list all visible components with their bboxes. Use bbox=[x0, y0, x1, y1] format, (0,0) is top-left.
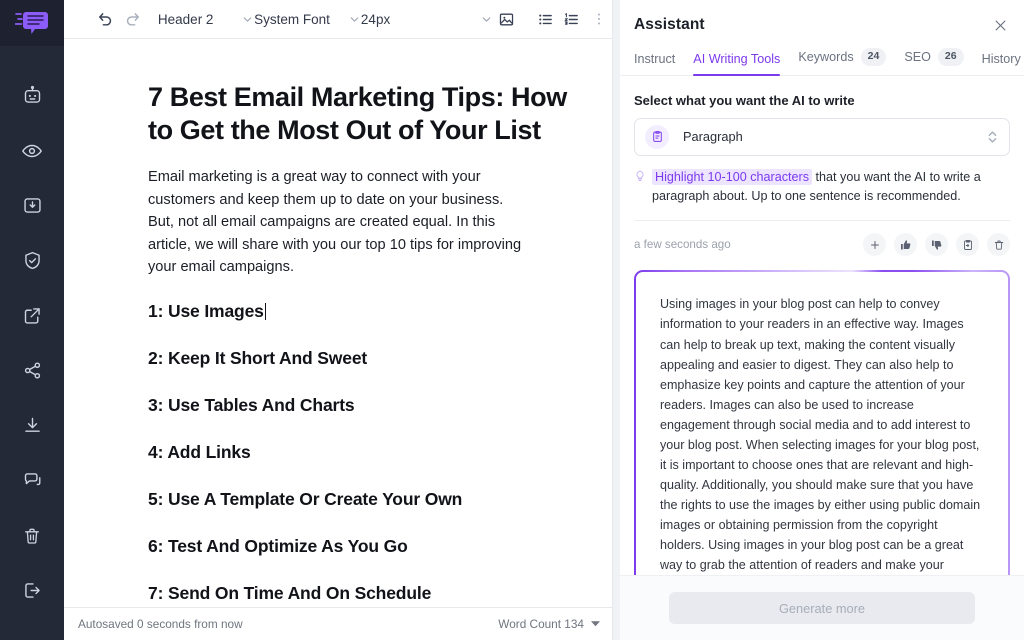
generate-more-button[interactable]: Generate more bbox=[669, 592, 975, 624]
block-style-select[interactable]: Header 2 bbox=[158, 4, 254, 34]
assistant-panel: Assistant Instruct AI Writing Tools Keyw… bbox=[620, 0, 1024, 640]
comments-icon[interactable] bbox=[0, 453, 64, 508]
editor-status-bar: Autosaved 0 seconds from now Word Count … bbox=[64, 607, 612, 640]
chevron-down-icon bbox=[480, 13, 493, 26]
hint-text: Highlight 10-100 characters that you wan… bbox=[652, 168, 1010, 206]
assistant-tabs: Instruct AI Writing Tools Keywords 24 SE… bbox=[620, 34, 1024, 76]
editor-column: Header 2 System Font 24px 7 Best Email M… bbox=[64, 0, 613, 640]
document-heading: 3: Use Tables And Charts bbox=[148, 394, 355, 415]
share-icon[interactable] bbox=[0, 343, 64, 398]
inbox-save-icon[interactable] bbox=[0, 178, 64, 233]
trash-icon[interactable] bbox=[0, 508, 64, 563]
thumbs-up-button[interactable] bbox=[894, 233, 917, 257]
more-options-icon[interactable] bbox=[585, 4, 612, 34]
result-meta-row: a few seconds ago bbox=[634, 233, 1010, 257]
close-icon[interactable] bbox=[990, 15, 1010, 35]
tab-label: History bbox=[981, 51, 1021, 66]
editor-toolbar: Header 2 System Font 24px bbox=[64, 0, 612, 39]
shield-check-icon[interactable] bbox=[0, 233, 64, 288]
tab-label: Keywords bbox=[798, 49, 854, 64]
chevron-down-icon bbox=[348, 13, 361, 26]
caret-down-icon bbox=[591, 617, 600, 631]
result-timestamp: a few seconds ago bbox=[634, 238, 731, 252]
document-heading: 6: Test And Optimize As You Go bbox=[148, 535, 408, 556]
tab-history[interactable]: History bbox=[982, 52, 1021, 75]
tab-badge: 26 bbox=[937, 48, 964, 66]
page-title: 7 Best Email Marketing Tips: How to Get … bbox=[148, 82, 567, 146]
ai-write-hint: Highlight 10-100 characters that you wan… bbox=[634, 168, 1010, 206]
logout-icon[interactable] bbox=[0, 563, 64, 618]
lightbulb-icon bbox=[634, 169, 646, 206]
thumbs-down-button[interactable] bbox=[925, 233, 948, 257]
left-nav-rail bbox=[0, 0, 64, 640]
undo-icon[interactable] bbox=[92, 4, 119, 34]
clipboard-paragraph-icon bbox=[645, 124, 669, 149]
ai-write-type-select[interactable]: Paragraph bbox=[634, 117, 1010, 156]
tab-label: SEO bbox=[904, 49, 931, 64]
download-icon[interactable] bbox=[0, 398, 64, 453]
tab-label: Instruct bbox=[634, 51, 676, 66]
tab-badge: 24 bbox=[860, 48, 887, 66]
chevron-down-icon bbox=[241, 13, 254, 26]
copy-clipboard-button[interactable] bbox=[956, 233, 979, 257]
insert-plus-button[interactable] bbox=[863, 233, 886, 257]
tab-seo[interactable]: SEO 26 bbox=[904, 48, 964, 75]
tab-ai-writing-tools[interactable]: AI Writing Tools bbox=[693, 51, 781, 76]
font-size-select[interactable]: 24px bbox=[361, 4, 493, 34]
assistant-footer: Generate more bbox=[620, 575, 1024, 640]
document-heading: 2: Keep It Short And Sweet bbox=[148, 347, 368, 368]
result-action-group bbox=[863, 233, 1010, 257]
document-scroll-area[interactable]: 7 Best Email Marketing Tips: How to Get … bbox=[64, 39, 612, 607]
assistant-body: Select what you want the AI to write Par… bbox=[620, 76, 1024, 575]
numbered-list-icon[interactable] bbox=[559, 4, 586, 34]
document-heading: 7: Send On Time And On Schedule bbox=[148, 582, 432, 603]
text-cursor bbox=[264, 302, 267, 320]
tab-keywords[interactable]: Keywords 24 bbox=[798, 48, 887, 75]
tab-instruct[interactable]: Instruct bbox=[634, 52, 675, 75]
external-link-icon[interactable] bbox=[0, 288, 64, 343]
font-size-value: 24px bbox=[360, 11, 391, 27]
font-family-select[interactable]: System Font bbox=[254, 4, 361, 34]
autosave-status: Autosaved 0 seconds from now bbox=[78, 617, 243, 631]
block-style-value: Header 2 bbox=[157, 11, 214, 27]
word-count-label: Word Count 134 bbox=[498, 617, 584, 631]
document-intro-paragraph: Email marketing is a great way to connec… bbox=[148, 168, 522, 276]
chat-bubble-logo[interactable] bbox=[0, 0, 64, 46]
delete-trash-button[interactable] bbox=[987, 233, 1010, 257]
document-heading: 1: Use Images bbox=[148, 301, 568, 322]
insert-image-icon[interactable] bbox=[493, 4, 520, 34]
assistant-divider bbox=[634, 220, 1010, 222]
document-heading: 5: Use A Template Or Create Your Own bbox=[148, 488, 463, 509]
robot-assistant-icon[interactable] bbox=[0, 68, 64, 123]
ai-result-text: Using images in your blog post can help … bbox=[660, 297, 981, 573]
rail-icon-list bbox=[0, 46, 64, 618]
word-count-menu[interactable]: Word Count 134 bbox=[498, 617, 600, 631]
tab-label: AI Writing Tools bbox=[693, 51, 781, 66]
eye-preview-icon[interactable] bbox=[0, 123, 64, 178]
font-family-value: System Font bbox=[254, 11, 330, 27]
hint-highlight: Highlight 10-100 characters bbox=[652, 168, 813, 185]
ai-result-card[interactable]: Using images in your blog post can help … bbox=[636, 272, 1008, 575]
document-body[interactable]: 7 Best Email Marketing Tips: How to Get … bbox=[64, 39, 612, 607]
document-heading-text: 1: Use Images bbox=[148, 300, 264, 321]
bulleted-list-icon[interactable] bbox=[532, 4, 559, 34]
ai-result-card-border: Using images in your blog post can help … bbox=[634, 270, 1010, 575]
ai-write-select-label: Select what you want the AI to write bbox=[634, 92, 855, 108]
document-heading: 4: Add Links bbox=[148, 441, 251, 462]
panel-gap bbox=[613, 0, 620, 640]
chevron-updown-icon bbox=[987, 129, 998, 145]
ai-write-type-value: Paragraph bbox=[683, 129, 743, 145]
app-root: Header 2 System Font 24px 7 Best Email M… bbox=[0, 0, 1024, 640]
redo-icon[interactable] bbox=[119, 4, 146, 34]
assistant-header: Assistant bbox=[620, 0, 1024, 34]
assistant-title: Assistant bbox=[634, 16, 705, 33]
